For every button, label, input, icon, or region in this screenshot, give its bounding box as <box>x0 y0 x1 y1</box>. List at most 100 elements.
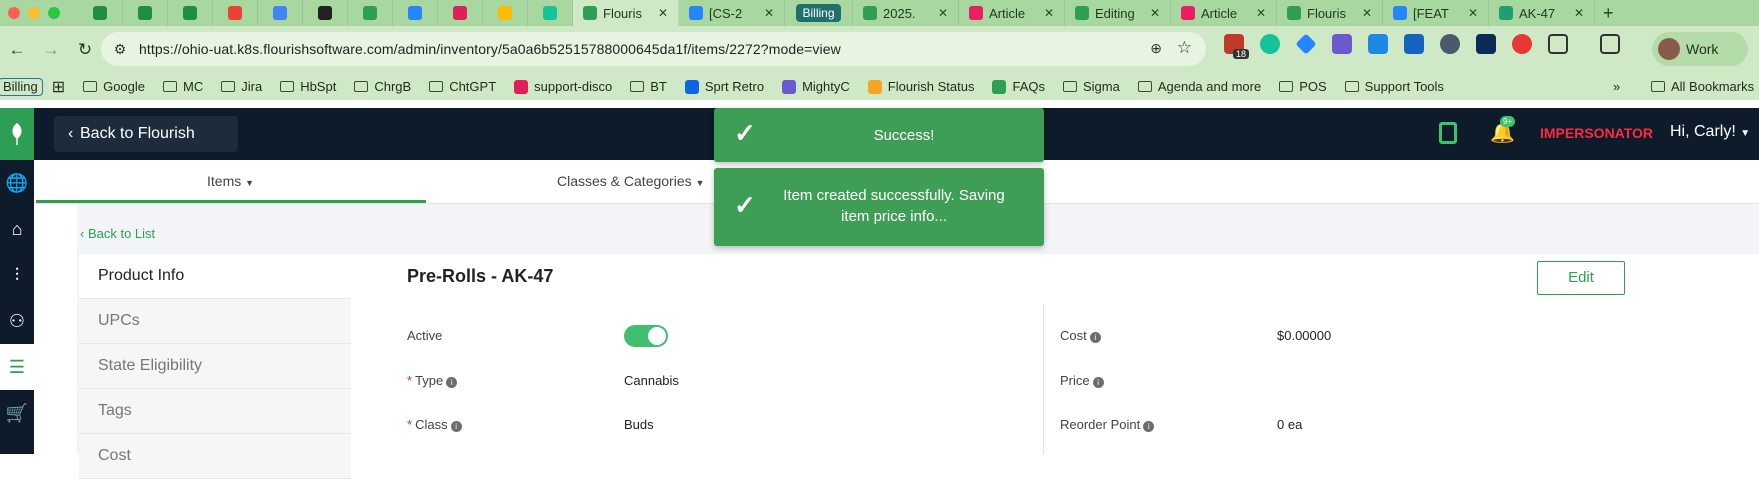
section-nav-item[interactable]: Cost <box>79 434 351 479</box>
back-to-flourish-button[interactable]: ‹ Back to Flourish <box>54 116 238 152</box>
bookmark-item[interactable]: Jira <box>212 73 271 100</box>
browser-tab[interactable]: AK-47 ✕ <box>1489 0 1595 26</box>
section-nav-item[interactable]: Product Info <box>79 254 351 299</box>
bookmark-item[interactable]: BT <box>621 73 676 100</box>
browser-tab[interactable]: 2025. ✕ <box>853 0 959 26</box>
record-extension-icon[interactable] <box>1512 34 1532 54</box>
close-tab-icon[interactable]: ✕ <box>1468 6 1478 20</box>
extensions-puzzle-icon[interactable] <box>1548 34 1568 54</box>
tab-classes-categories[interactable]: Classes & Categories ▼ <box>557 173 704 189</box>
close-tab-icon[interactable]: ✕ <box>1044 6 1054 20</box>
bookmark-item[interactable]: ChrgB <box>345 73 420 100</box>
book-icon[interactable] <box>1439 122 1457 144</box>
user-menu[interactable]: Hi, Carly! ▼ <box>1670 123 1750 141</box>
bookmark-item[interactable]: POS <box>1270 73 1335 100</box>
browser-tab[interactable]: Editing ✕ <box>1065 0 1171 26</box>
close-tab-icon[interactable]: ✕ <box>764 6 774 20</box>
puzzle-blue-extension-icon[interactable] <box>1368 34 1388 54</box>
bookmark-item[interactable]: Sprt Retro <box>676 73 773 100</box>
back-arrow-icon[interactable]: ← <box>0 40 34 60</box>
success-toast[interactable]: ✓ Success! <box>714 108 1044 162</box>
browser-tab[interactable] <box>303 0 348 26</box>
new-tab-button[interactable]: + <box>1595 3 1622 24</box>
browser-tab[interactable] <box>123 0 168 26</box>
org-chart-icon[interactable]: ⚇ <box>0 298 34 344</box>
section-nav-item[interactable]: Tags <box>79 389 351 434</box>
browser-menu-icon[interactable]: ⋮ <box>1752 39 1759 59</box>
browser-tab[interactable] <box>168 0 213 26</box>
close-window-button[interactable] <box>8 7 20 19</box>
info-icon[interactable]: i <box>446 377 458 388</box>
url-text[interactable]: https://ohio-uat.k8s.flourishsoftware.co… <box>139 41 841 57</box>
table-extension-icon[interactable] <box>1404 34 1424 54</box>
close-tab-icon[interactable]: ✕ <box>1256 6 1266 20</box>
browser-tab[interactable] <box>483 0 528 26</box>
flourish-logo[interactable] <box>0 108 34 160</box>
browser-tab[interactable]: Article ✕ <box>1171 0 1277 26</box>
bookmark-item[interactable]: ⊞ <box>43 73 74 100</box>
info-icon[interactable]: i <box>1143 421 1155 432</box>
cart-icon[interactable]: 🛒 <box>0 390 34 436</box>
browser-tab[interactable] <box>348 0 393 26</box>
bookmark-item[interactable]: MC <box>154 73 212 100</box>
browser-tab[interactable]: [FEAT ✕ <box>1383 0 1489 26</box>
browser-tab[interactable] <box>438 0 483 26</box>
profile-button[interactable]: Work <box>1652 32 1748 66</box>
bookmark-item[interactable]: Billing <box>0 77 43 96</box>
bookmark-item[interactable]: support-disco <box>505 73 621 100</box>
sliders-icon[interactable]: ⫶ <box>0 252 34 298</box>
bookmark-item[interactable]: ChtGPT <box>420 73 505 100</box>
browser-tab[interactable] <box>258 0 303 26</box>
tab-items[interactable]: Items ▼ <box>207 173 254 189</box>
browser-tab[interactable] <box>528 0 573 26</box>
bookmark-item[interactable]: Flourish Status <box>859 73 984 100</box>
forward-arrow-icon[interactable]: → <box>34 40 68 60</box>
site-settings-icon[interactable]: ⚙ <box>101 41 139 58</box>
section-nav-item[interactable]: UPCs <box>79 299 351 344</box>
reload-icon[interactable]: ↻ <box>68 40 102 60</box>
bookmark-item[interactable]: Support Tools <box>1336 73 1453 100</box>
warehouse-icon[interactable]: ⌂ <box>0 206 34 252</box>
bookmark-item[interactable]: Sigma <box>1054 73 1129 100</box>
item-created-toast[interactable]: ✓ Item created successfully. Saving item… <box>714 168 1044 246</box>
close-tab-icon[interactable]: ✕ <box>1574 6 1584 20</box>
grammarly-extension-icon[interactable] <box>1260 34 1280 54</box>
loupe-extension-icon[interactable] <box>1440 34 1460 54</box>
bookmarks-overflow[interactable]: » <box>1604 73 1629 100</box>
info-icon[interactable]: i <box>1092 377 1104 388</box>
browser-tab[interactable]: Flouris ✕ <box>1277 0 1383 26</box>
bookmark-item[interactable]: FAQs <box>983 73 1054 100</box>
jira-extension-icon[interactable] <box>1295 33 1317 55</box>
flag-extension-icon[interactable] <box>1476 34 1496 54</box>
minimize-window-button[interactable] <box>28 7 40 19</box>
gear-extension-icon[interactable] <box>1332 34 1352 54</box>
info-icon[interactable]: i <box>1089 332 1101 343</box>
browser-tab[interactable]: Flouris ✕ <box>573 0 679 26</box>
browser-tab[interactable]: Article ✕ <box>959 0 1065 26</box>
bookmark-item[interactable]: Agenda and more <box>1129 73 1270 100</box>
bookmark-item[interactable]: Google <box>74 73 154 100</box>
close-tab-icon[interactable]: ✕ <box>658 6 668 20</box>
browser-tab[interactable]: Billing <box>785 0 853 26</box>
globe-icon[interactable]: 🌐 <box>0 160 34 206</box>
back-to-list-link[interactable]: ‹ Back to List <box>80 226 155 241</box>
close-tab-icon[interactable]: ✕ <box>1150 6 1160 20</box>
list-check-icon[interactable]: ☰ <box>0 344 34 390</box>
section-nav-item[interactable]: State Eligibility <box>79 344 351 389</box>
edit-button[interactable]: Edit <box>1537 261 1625 295</box>
active-toggle[interactable] <box>624 325 668 347</box>
tab-search-icon[interactable] <box>1600 34 1620 54</box>
browser-tab[interactable]: [CS-2 ✕ <box>679 0 785 26</box>
maximize-window-button[interactable] <box>48 7 60 19</box>
bookmark-item[interactable]: MightyC <box>773 73 859 100</box>
browser-tab[interactable] <box>213 0 258 26</box>
close-tab-icon[interactable]: ✕ <box>1362 6 1372 20</box>
close-tab-icon[interactable]: ✕ <box>938 6 948 20</box>
browser-tab[interactable] <box>78 0 123 26</box>
browser-tab[interactable] <box>393 0 438 26</box>
zoom-icon[interactable]: ⊕ <box>1150 40 1162 57</box>
info-icon[interactable]: i <box>450 421 462 432</box>
bookmark-star-icon[interactable]: ☆ <box>1177 38 1192 58</box>
all-bookmarks[interactable]: All Bookmarks <box>1642 73 1759 100</box>
bookmark-item[interactable]: HbSpt <box>271 73 345 100</box>
